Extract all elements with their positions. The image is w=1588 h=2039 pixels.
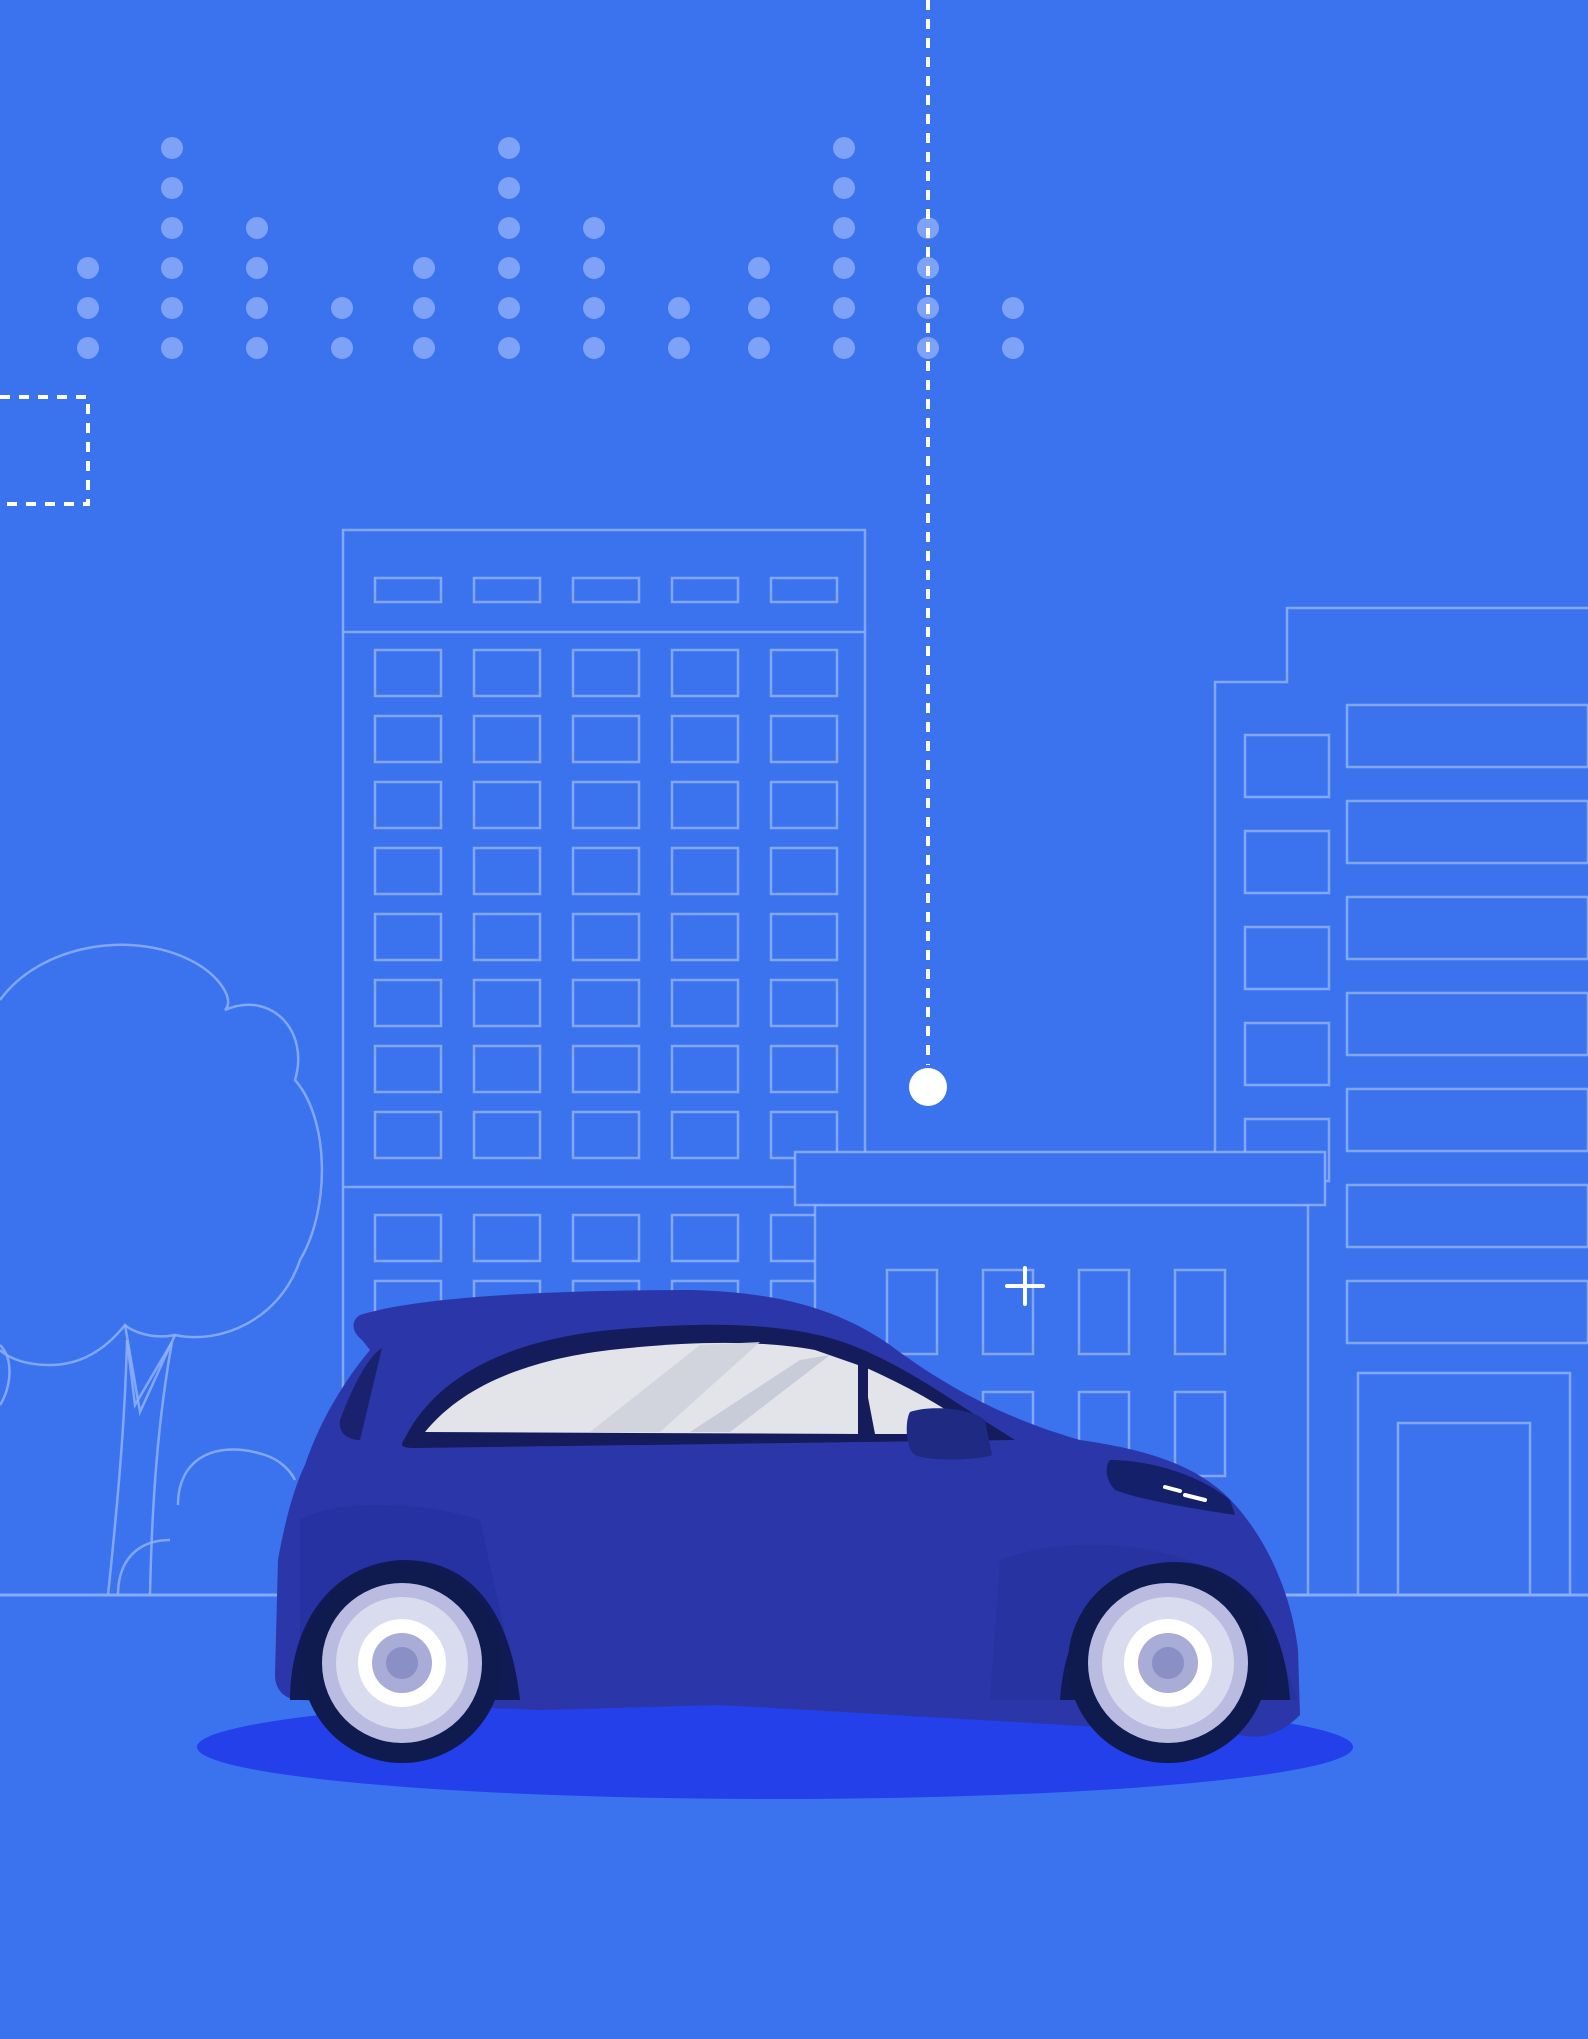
dot	[161, 177, 183, 199]
front-wheel	[1068, 1563, 1268, 1763]
dot	[498, 297, 520, 319]
dot	[833, 257, 855, 279]
dot	[498, 337, 520, 359]
dot	[583, 257, 605, 279]
dot	[161, 257, 183, 279]
dot	[833, 337, 855, 359]
dot	[413, 297, 435, 319]
dot	[498, 257, 520, 279]
dot	[246, 337, 268, 359]
dot	[748, 337, 770, 359]
dot	[246, 217, 268, 239]
city-scene-illustration	[0, 0, 1588, 2039]
dot	[161, 297, 183, 319]
dot	[77, 337, 99, 359]
dot	[833, 217, 855, 239]
dot	[161, 137, 183, 159]
dot	[583, 217, 605, 239]
dot	[1002, 337, 1024, 359]
dot	[413, 257, 435, 279]
dot	[668, 297, 690, 319]
dot	[668, 337, 690, 359]
dot	[77, 257, 99, 279]
dot	[583, 337, 605, 359]
dot	[1002, 297, 1024, 319]
dot	[331, 297, 353, 319]
dot	[583, 297, 605, 319]
dot	[246, 297, 268, 319]
dot	[498, 137, 520, 159]
dot	[331, 337, 353, 359]
dot	[833, 297, 855, 319]
dot	[833, 137, 855, 159]
rear-wheel	[302, 1563, 502, 1763]
dot	[748, 297, 770, 319]
dot	[833, 177, 855, 199]
dot	[498, 217, 520, 239]
dot	[77, 297, 99, 319]
dot	[161, 217, 183, 239]
dot	[161, 337, 183, 359]
dot	[246, 257, 268, 279]
dot	[413, 337, 435, 359]
dot	[498, 177, 520, 199]
pin-dot	[909, 1068, 947, 1106]
dot	[748, 257, 770, 279]
